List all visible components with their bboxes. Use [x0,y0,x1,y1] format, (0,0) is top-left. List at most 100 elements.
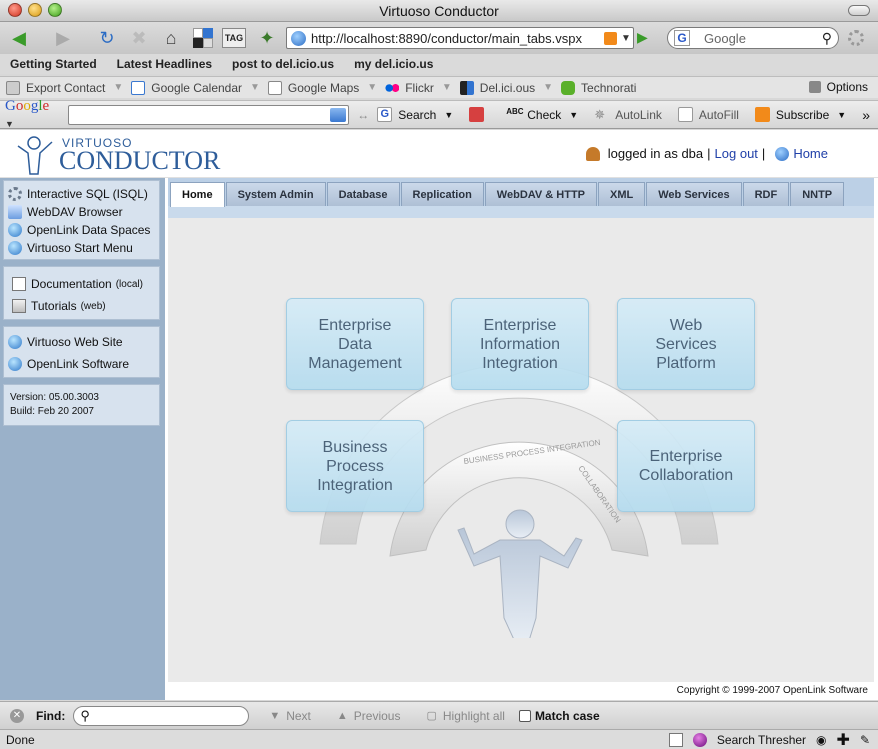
box-business-process-integration[interactable]: Business Process Integration [286,420,424,512]
window-titlebar: Virtuoso Conductor [0,0,878,22]
home-button[interactable]: ⌂ [158,26,184,50]
sidebar-item-label: Tutorials [31,299,77,313]
web-search-box[interactable]: G Google ⚲ [667,27,839,49]
tab-home[interactable]: Home [170,182,225,207]
tag-button[interactable]: TAG [222,28,246,48]
separator-text: | [761,146,766,161]
google-toolbar-search-input[interactable] [68,104,350,125]
tab-rdf[interactable]: RDF [742,182,790,206]
check-label: Check [527,107,562,122]
maps-icon [267,80,282,95]
box-enterprise-collaboration[interactable]: Enterprise Collaboration [617,420,755,512]
autofill-button[interactable]: AutoFill [670,107,747,122]
tutorial-icon [12,299,26,313]
address-bar[interactable]: http://localhost:8890/conductor/main_tab… [286,27,634,49]
sidebar-item-openlink-software[interactable]: OpenLink Software [4,355,159,373]
box-enterprise-data-management[interactable]: Enterprise Data Management [286,298,424,390]
tab-webdav-http[interactable]: WebDAV & HTTP [484,182,598,206]
globe-icon [8,357,22,371]
bookmark-getting-started[interactable]: Getting Started [0,57,107,71]
find-input[interactable]: ⚲ [73,705,250,726]
flickr-item[interactable]: Flickr [379,80,440,95]
notepad-icon[interactable] [668,732,683,747]
sidebar-item-data-spaces[interactable]: OpenLink Data Spaces [4,221,159,239]
sidebar-item-start-menu[interactable]: Virtuoso Start Menu [4,239,159,257]
eye-icon[interactable]: ◉ [816,733,826,747]
sidebar-item-documentation[interactable]: Documentation (local) [4,275,159,293]
reload-button[interactable]: ↻ [94,26,120,50]
down-arrow-icon: ▼ [269,709,281,722]
sidebar-item-label: Documentation [31,277,112,291]
autolink-label: AutoLink [615,107,662,122]
export-contact-item[interactable]: Export Contact [0,80,111,95]
web-page: VIRTUOSO CONDUCTOR logged in as dba | Lo… [0,130,878,700]
virtuoso-conductor-logo[interactable]: VIRTUOSO CONDUCTOR [12,134,220,176]
autolink-button[interactable]: ✵ AutoLink [586,107,670,122]
sidebar-item-tutorials[interactable]: Tutorials (web) [4,297,159,315]
match-case-checkbox[interactable]: Match case [518,709,600,723]
search-thresher-label[interactable]: Search Thresher [717,733,806,747]
tab-web-services[interactable]: Web Services [646,182,742,206]
google-logo[interactable]: Google ▼ [5,98,58,132]
bookmark-post-delicious[interactable]: post to del.icio.us [222,57,344,71]
google-search-button[interactable]: G Search ▼ [369,107,461,122]
bookmark-star-icon [469,107,485,122]
bookmark-toolbar-button[interactable] [461,107,498,122]
site-globe-icon [291,30,306,46]
sidebar-item-virtuoso-web-site[interactable]: Virtuoso Web Site [4,333,159,351]
sidebar: Interactive SQL (ISQL) WebDAV Browser Op… [0,178,165,700]
document-icon [12,277,26,291]
sidebar-item-isql[interactable]: Interactive SQL (ISQL) [4,185,159,203]
go-button[interactable]: ▶ [637,30,651,44]
search-icon[interactable]: ⚲ [822,30,832,47]
tab-database[interactable]: Database [326,182,400,206]
home-link[interactable]: Home [793,146,828,161]
box-web-services-platform[interactable]: Web Services Platform [617,298,755,390]
logout-link[interactable]: Log out [715,146,758,161]
stop-button[interactable]: ✖ [126,26,152,50]
find-previous-button[interactable]: ▲ Previous [311,709,401,723]
address-dropdown-icon[interactable]: ▼ [621,33,633,44]
delicious-item[interactable]: Del.ici.ous [454,80,541,95]
options-button[interactable]: Options [808,80,868,94]
forward-button[interactable]: ▶ [50,26,76,50]
tab-nntp[interactable]: NNTP [790,182,845,206]
bookmark-my-delicious[interactable]: my del.icio.us [344,57,443,71]
close-find-bar-icon[interactable]: ✕ [10,708,24,723]
find-bar: ✕ Find: ⚲ ▼ Next ▲ Previous ▢ Highlight all… [0,701,878,729]
delicious-icon-button[interactable] [190,26,216,50]
sidebar-item-webdav-browser[interactable]: WebDAV Browser [4,203,159,221]
build-text: Build: Feb 20 2007 [10,406,94,417]
leaf-icon-button[interactable]: ✦ [254,26,280,50]
extensions-toolbar: Export Contact ▼ Google Calendar ▼ Googl… [0,76,878,98]
bookmark-latest-headlines[interactable]: Latest Headlines [107,57,222,71]
technorati-item[interactable]: Technorati [555,80,642,95]
globe-icon [8,241,22,255]
find-next-button[interactable]: ▼ Next [249,709,311,723]
tab-replication[interactable]: Replication [400,182,484,206]
globe-icon [8,335,22,349]
box-enterprise-information-integration[interactable]: Enterprise Information Integration [451,298,589,390]
sidebar-docs-group: Documentation (local) Tutorials (web) [3,266,160,320]
more-chevron-icon[interactable]: » [854,107,878,123]
back-button[interactable]: ◀ [6,26,32,50]
status-text: Done [6,732,35,747]
feed-icon[interactable] [604,31,617,45]
spell-check-button[interactable]: ABC Check ▼ [498,107,586,122]
highlight-all-button[interactable]: ▢ Highlight all [400,709,504,723]
find-previous-label: Previous [353,708,401,723]
search-engine-icon[interactable]: G [674,30,690,46]
google-maps-item[interactable]: Google Maps [262,80,365,95]
resize-handle-icon[interactable]: ↔ [357,108,369,122]
tab-system-admin[interactable]: System Admin [225,182,326,206]
google-calendar-item[interactable]: Google Calendar [125,80,248,95]
tab-xml[interactable]: XML [598,182,646,206]
toolbar-toggle-button[interactable] [848,5,870,16]
subscribe-button[interactable]: Subscribe ▼ [747,107,854,122]
plus-icon[interactable]: ✚ [837,730,850,749]
edit-icon[interactable]: ✎ [860,733,870,747]
search-history-dropdown-icon[interactable] [330,107,347,122]
sidebar-item-label: Virtuoso Start Menu [27,241,133,255]
technorati-icon [561,80,576,95]
search-placeholder: Google [704,30,746,46]
